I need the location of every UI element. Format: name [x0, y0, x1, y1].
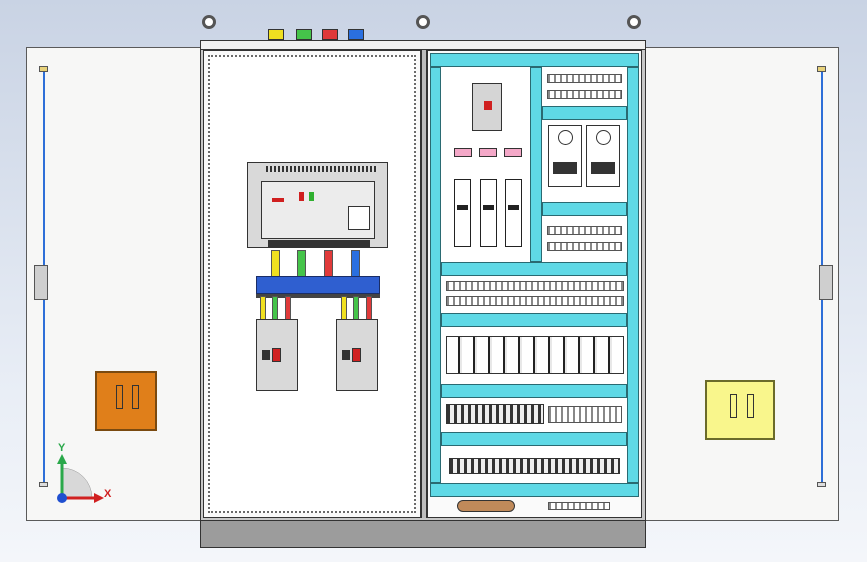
axis-triad-icon: Y X	[52, 440, 122, 510]
axis-label-y: Y	[58, 442, 66, 454]
control-breaker-handle[interactable]	[484, 101, 492, 110]
wire-duct-h3	[441, 384, 627, 398]
lifting-eye-icon	[416, 15, 430, 29]
busbar-support-insulator	[256, 276, 380, 294]
wire-duct-h1	[441, 262, 627, 276]
wire-duct-vertical-mid	[530, 67, 542, 262]
breaker-base	[268, 240, 370, 248]
fuse-holder-3[interactable]	[505, 179, 522, 247]
busbar-phase-blue	[351, 250, 360, 278]
dropbar-right-red	[366, 296, 372, 320]
dropbar-right-green	[353, 296, 359, 320]
wire-duct-right	[627, 67, 639, 483]
top-terminal-yellow	[268, 29, 284, 40]
terminal-block-bottom	[449, 458, 620, 474]
wire-duct-left	[430, 67, 441, 483]
top-terminal-green	[296, 29, 312, 40]
bottom-terminal-strip	[548, 502, 610, 510]
breaker-nameplate	[348, 206, 370, 230]
dropbar-left-yellow	[260, 296, 266, 320]
cable-gland-plate	[457, 500, 515, 512]
feeder-breaker-left[interactable]	[256, 319, 298, 391]
breaker-window	[262, 350, 270, 360]
breaker-trip-button[interactable]	[272, 198, 284, 202]
terminal-strip-mid-1	[547, 226, 622, 235]
power-supply-dial	[558, 130, 573, 145]
left-hinge-top	[39, 66, 48, 72]
breaker-window	[342, 350, 350, 360]
terminal-strip-top-2	[547, 90, 622, 99]
dropbar-left-green	[272, 296, 278, 320]
left-door-handle[interactable]	[34, 265, 48, 300]
terminal-strip-top-1	[547, 74, 622, 83]
lifting-eye-icon	[202, 15, 216, 29]
dropbar-right-yellow	[341, 296, 347, 320]
terminal-strip-mid-2	[547, 242, 622, 251]
top-terminal-red	[322, 29, 338, 40]
breaker-handle[interactable]	[352, 348, 361, 362]
power-supply-terminal	[591, 162, 615, 174]
power-supply-right[interactable]	[586, 125, 620, 187]
right-hinge-top	[817, 66, 826, 72]
right-door[interactable]	[645, 47, 839, 521]
door-lock-icon[interactable]	[705, 380, 775, 440]
power-supply-terminal	[553, 162, 577, 174]
breaker-close-button[interactable]	[309, 192, 314, 201]
relay-row-1	[446, 281, 624, 291]
fuse-holder-1[interactable]	[454, 179, 471, 247]
busbar-phase-red	[324, 250, 333, 278]
busbar-phase-green	[297, 250, 306, 278]
dropbar-left-red	[285, 296, 291, 320]
breaker-open-button[interactable]	[299, 192, 304, 201]
axis-label-x: X	[104, 488, 112, 500]
relay-row-2	[446, 296, 624, 306]
wire-duct-h2	[441, 313, 627, 327]
cabinet-plinth	[200, 520, 646, 548]
fuse-indicator-2	[479, 148, 497, 157]
wire-duct-top	[430, 53, 639, 67]
cabinet-roof	[200, 40, 646, 50]
wire-duct-mid-1	[542, 106, 627, 120]
lifting-eye-icon	[627, 15, 641, 29]
breaker-handle[interactable]	[272, 348, 281, 362]
feeder-breaker-right[interactable]	[336, 319, 378, 391]
breaker-front-panel	[261, 181, 375, 239]
fuse-holder-2[interactable]	[480, 179, 497, 247]
control-breaker[interactable]	[472, 83, 502, 131]
top-terminal-blue	[348, 29, 364, 40]
contactor-row	[446, 336, 624, 374]
right-door-handle[interactable]	[819, 265, 833, 300]
left-hinge-bottom	[39, 482, 48, 487]
door-lock-icon[interactable]	[95, 371, 157, 431]
terminal-block-left	[446, 404, 544, 424]
wire-duct-bottom	[430, 483, 639, 497]
main-circuit-breaker[interactable]	[247, 162, 388, 248]
wire-duct-h4	[441, 432, 627, 446]
busbar-phase-yellow	[271, 250, 280, 278]
power-supply-dial	[596, 130, 611, 145]
fuse-indicator-3	[504, 148, 522, 157]
fuse-indicator-1	[454, 148, 472, 157]
right-hinge-bottom	[817, 482, 826, 487]
terminal-block-right	[548, 406, 622, 423]
power-supply-left[interactable]	[548, 125, 582, 187]
breaker-vent-strip	[266, 166, 378, 172]
wire-duct-mid-2	[542, 202, 627, 216]
